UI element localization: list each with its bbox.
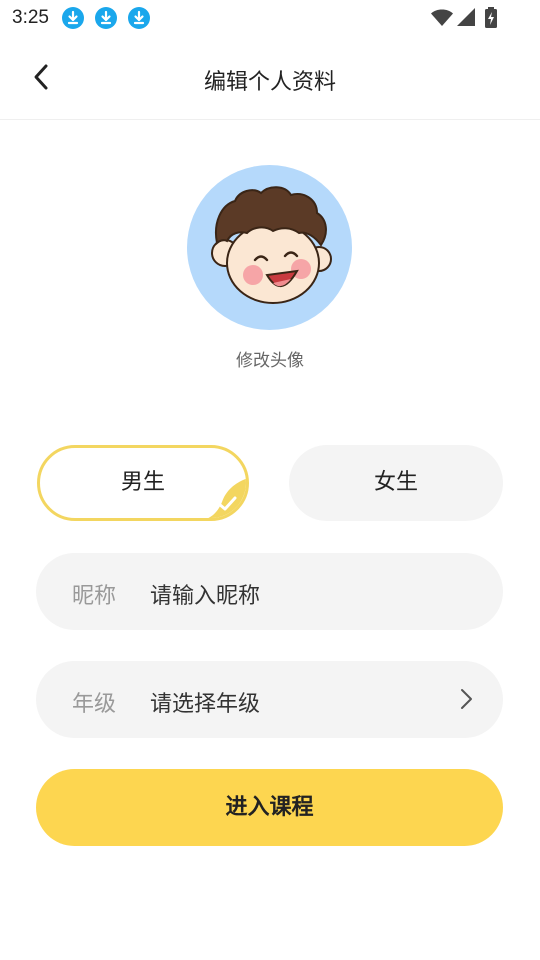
- gender-option-label: 女生: [373, 470, 418, 495]
- enter-course-button[interactable]: 进入课程: [36, 769, 503, 846]
- gender-option-male[interactable]: 男生: [37, 445, 249, 521]
- app-header: 编辑个人资料: [0, 36, 540, 120]
- check-icon: [208, 478, 246, 518]
- cellular-signal-icon: [457, 8, 475, 26]
- chevron-right-icon: [461, 689, 472, 709]
- download-icon: [128, 7, 150, 29]
- status-bar: 3:25: [0, 0, 540, 36]
- download-icon: [62, 7, 84, 29]
- nickname-label: 昵称: [72, 584, 117, 609]
- download-icon: [95, 7, 117, 29]
- boy-face-illustration: [211, 186, 332, 304]
- nickname-field[interactable]: 昵称 请输入昵称: [36, 553, 503, 630]
- change-avatar-label[interactable]: 修改头像: [0, 346, 540, 371]
- grade-selector[interactable]: 年级 请选择年级: [36, 661, 503, 738]
- wifi-icon: [431, 9, 453, 26]
- gender-option-female[interactable]: 女生: [289, 445, 503, 521]
- battery-charging-icon: [485, 7, 497, 28]
- nickname-input[interactable]: 请输入昵称: [150, 578, 260, 610]
- avatar[interactable]: [187, 165, 352, 330]
- page-title: 编辑个人资料: [203, 70, 336, 95]
- status-time: 3:25: [12, 7, 49, 28]
- grade-value[interactable]: 请选择年级: [150, 686, 260, 718]
- grade-label: 年级: [72, 692, 117, 717]
- gender-option-label: 男生: [120, 470, 165, 495]
